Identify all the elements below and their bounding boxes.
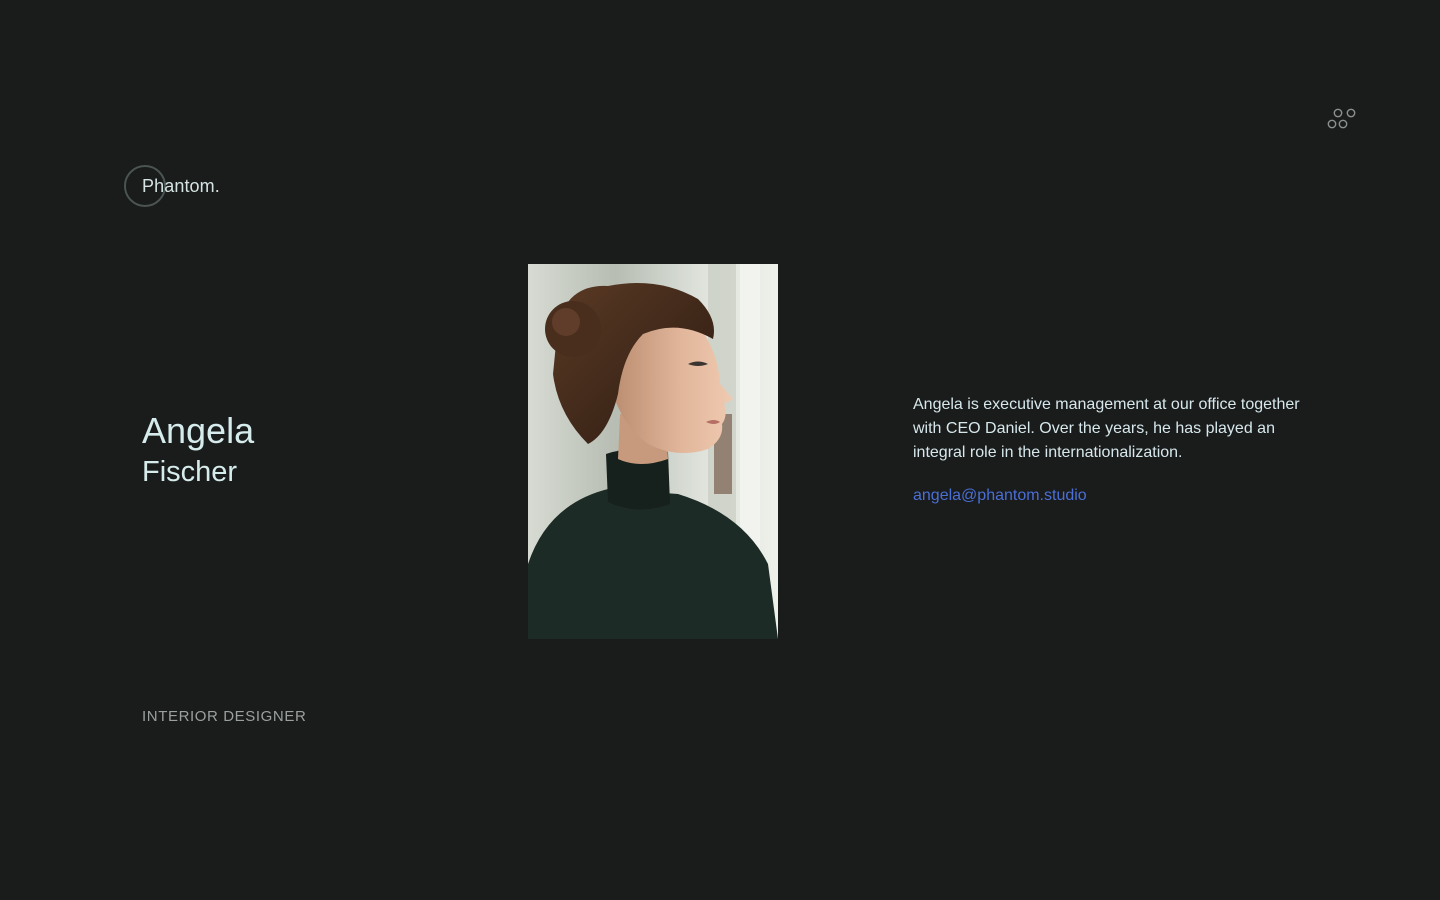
logo-text: Phantom. <box>142 176 220 196</box>
menu-button[interactable] <box>1324 105 1358 131</box>
dots-grid-icon <box>1327 108 1356 129</box>
logo-link[interactable]: Phantom. <box>124 165 220 207</box>
first-name: Angela <box>142 410 255 451</box>
role-label: INTERIOR DESIGNER <box>142 708 307 725</box>
portrait-image <box>528 264 778 639</box>
last-name: Fischer <box>142 456 238 488</box>
email-link[interactable]: angela@phantom.studio <box>913 484 1087 508</box>
bio-text: Angela is executive management at our of… <box>913 396 1300 461</box>
person-name: Angela Fischer <box>142 410 254 492</box>
page: Phantom. Angela Fischer INTERIOR DESIGNE… <box>0 0 1440 900</box>
